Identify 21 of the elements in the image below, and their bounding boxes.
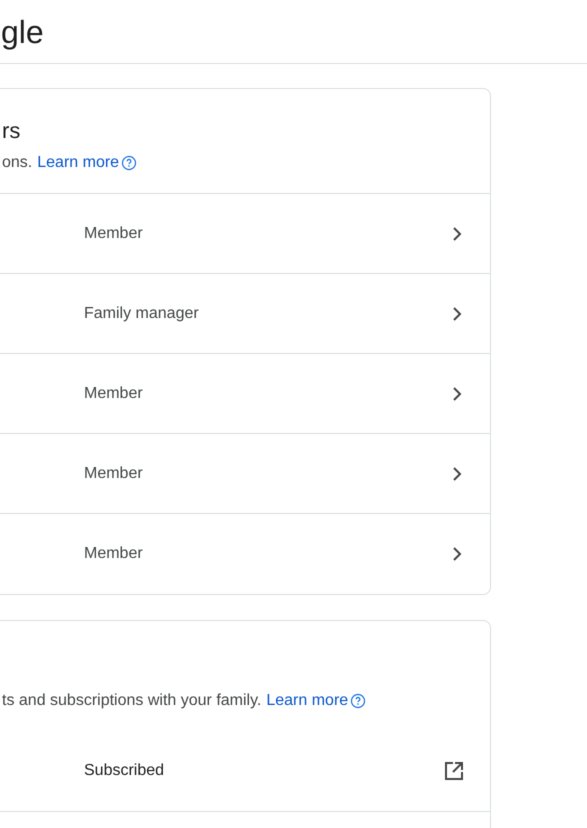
page-title: gle <box>1 12 44 52</box>
external-link-icon <box>444 761 464 781</box>
learn-more-link[interactable]: Learn more <box>37 151 120 175</box>
role-text: Subscribed <box>84 761 166 781</box>
role-text: Member <box>84 544 144 564</box>
help-icon <box>350 693 366 709</box>
card-title: rs <box>2 117 22 145</box>
card-description: ts and subscriptions with your family. <box>2 691 262 711</box>
list-row[interactable]: Member <box>0 434 490 514</box>
list-row[interactable]: Member <box>0 514 490 594</box>
role-text: Family manager <box>84 304 200 324</box>
list-row[interactable]: Subscribed <box>0 731 490 811</box>
learn-more-link[interactable]: Learn more <box>266 689 348 713</box>
list-row[interactable]: Family manager <box>0 274 490 354</box>
list-row[interactable]: Member <box>0 354 490 434</box>
card-description: ons. <box>2 153 32 173</box>
role-text: Member <box>84 464 144 484</box>
role-text: Member <box>84 384 144 404</box>
role-text: Member <box>84 224 144 244</box>
list-row[interactable]: Member <box>0 194 490 274</box>
help-icon <box>121 155 138 171</box>
